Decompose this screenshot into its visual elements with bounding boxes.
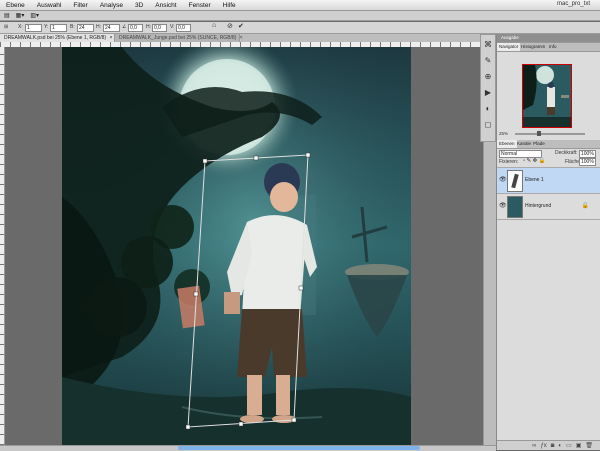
- new-layer-icon[interactable]: ▣: [576, 442, 582, 449]
- history-icon[interactable]: ⌘: [482, 39, 494, 51]
- layer-style-icon[interactable]: ƒx: [540, 443, 546, 449]
- layer-row-ebene-1[interactable]: 👁 Ebene 1: [497, 168, 600, 194]
- angle-field[interactable]: 0,0: [128, 24, 143, 32]
- skew-h-field[interactable]: 0,0: [152, 24, 167, 32]
- lock-label: Fixieren:: [499, 159, 519, 165]
- tab-paths[interactable]: Pfade: [531, 140, 547, 148]
- tab-dreamwalk-junge[interactable]: DREAMWALK_Junge.psd bei 25% (SUNCE, RGB/…: [115, 34, 243, 42]
- layer-row-hintergrund[interactable]: 👁 Hintergrund 🔒: [497, 194, 600, 220]
- tab-label: DREAMWALK_Junge.psd bei 25% (SUNCE, RGB/…: [119, 35, 237, 41]
- layers-panel: Ebenen Kanäle Pfade Normal Deckkraft: 10…: [496, 140, 600, 450]
- layer-name[interactable]: Hintergrund: [525, 203, 551, 209]
- zoom-value[interactable]: 25%: [499, 131, 508, 136]
- lock-icon: 🔒: [581, 203, 589, 209]
- application-bar: ▤ ▦▾ ▥▾: [0, 11, 600, 21]
- navigator-header: Ausgabe: [497, 34, 600, 43]
- menu-filter[interactable]: Filter: [67, 2, 93, 9]
- check-icon[interactable]: ✔: [238, 22, 244, 30]
- menu-ebene[interactable]: Ebene: [0, 2, 31, 9]
- layer-name[interactable]: Ebene 1: [525, 177, 544, 183]
- tab-dreamwalk[interactable]: DREAMWALK.psd bei 25% (Ebene 1, RGB/8) ×: [0, 34, 115, 42]
- arrange-docs-icon[interactable]: ▥▾: [30, 12, 39, 19]
- cancel-icon[interactable]: ⊘: [227, 22, 233, 30]
- workspace-label[interactable]: mac_pro_txt: [557, 1, 590, 7]
- new-group-icon[interactable]: ▭: [566, 442, 572, 449]
- eye-icon[interactable]: 👁: [499, 176, 507, 183]
- blend-mode-select[interactable]: Normal: [499, 150, 542, 158]
- actions-icon[interactable]: ▶: [482, 87, 494, 99]
- layers-footer: ∞ ƒx ◙ ◐ ▭ ▣ 🗑: [497, 440, 600, 450]
- zoom-slider-handle[interactable]: [537, 131, 541, 136]
- trash-icon[interactable]: 🗑: [585, 442, 593, 449]
- panel-header-label[interactable]: Ausgabe: [499, 34, 521, 42]
- menu-analyse[interactable]: Analyse: [94, 2, 129, 9]
- zoom-slider-track[interactable]: [515, 133, 585, 135]
- tab-histogram[interactable]: Histogramm: [519, 43, 547, 51]
- horizontal-scroll-thumb[interactable]: [178, 446, 420, 450]
- link-layers-icon[interactable]: ∞: [532, 443, 536, 449]
- tab-label: DREAMWALK.psd bei 25% (Ebene 1, RGB/8): [4, 35, 107, 41]
- height-field[interactable]: 24: [103, 24, 120, 32]
- adjustment-layer-icon[interactable]: ◐: [558, 443, 562, 449]
- tab-layers[interactable]: Ebenen: [497, 140, 517, 148]
- navigator-panel: Ausgabe Navigator Histogramm Info 25%: [496, 34, 600, 142]
- layers-options: Normal Deckkraft: 100% Fixieren: ▫ ✎ ✥ 🔒…: [497, 149, 600, 168]
- launch-bridge-icon[interactable]: ▤: [4, 12, 10, 19]
- opacity-label: Deckkraft:: [555, 150, 578, 156]
- navigator-preview-area: 25%: [497, 52, 600, 142]
- artwork-image: [62, 47, 411, 445]
- close-icon[interactable]: ×: [109, 35, 112, 41]
- fill-field[interactable]: 100%: [579, 158, 596, 166]
- menu-3d[interactable]: 3D: [129, 2, 149, 9]
- horizontal-scrollbar[interactable]: [0, 445, 496, 451]
- eye-icon[interactable]: 👁: [499, 202, 507, 209]
- x-field[interactable]: 1: [25, 24, 42, 32]
- reference-point-icon[interactable]: ⊞: [4, 24, 8, 30]
- tab-info[interactable]: Info: [547, 43, 559, 51]
- opacity-field[interactable]: 100%: [579, 150, 596, 158]
- view-extras-icon[interactable]: ▦▾: [16, 12, 25, 19]
- masks-icon[interactable]: ◻: [482, 119, 494, 131]
- options-bar: ⊞ X: 1 Y: 1 B: 24 H: 24 ∠ 0,0 H: 0,0 V: …: [0, 22, 600, 34]
- skew-v-field[interactable]: 0,0: [176, 24, 191, 32]
- menu-ansicht[interactable]: Ansicht: [149, 2, 182, 9]
- menu-fenster[interactable]: Fenster: [183, 2, 217, 9]
- menu-hilfe[interactable]: Hilfe: [217, 2, 242, 9]
- layer-thumbnail: [507, 196, 523, 218]
- clone-source-icon[interactable]: ⊕: [482, 71, 494, 83]
- warp-icon[interactable]: ⌂: [212, 22, 216, 29]
- add-mask-icon[interactable]: ◙: [551, 443, 555, 449]
- panel-icon-strip: ⌘ ✎ ⊕ ▶ ◐ ◻: [480, 34, 496, 142]
- adjustments-icon[interactable]: ◐: [482, 103, 494, 115]
- width-field[interactable]: 24: [77, 24, 94, 32]
- menu-auswahl[interactable]: Auswahl: [31, 2, 68, 9]
- navigator-tabs: Navigator Histogramm Info: [497, 43, 600, 52]
- y-field[interactable]: 1: [50, 24, 67, 32]
- document-canvas[interactable]: [62, 47, 411, 445]
- tab-navigator[interactable]: Navigator: [497, 43, 521, 51]
- lock-options-icon[interactable]: ▫ ✎ ✥ 🔒: [523, 158, 546, 164]
- navigator-thumbnail[interactable]: [522, 64, 572, 128]
- brush-presets-icon[interactable]: ✎: [482, 55, 494, 67]
- layer-thumbnail: [507, 170, 523, 192]
- close-icon[interactable]: ×: [240, 35, 243, 41]
- menu-bar: Ebene Auswahl Filter Analyse 3D Ansicht …: [0, 0, 600, 11]
- layers-tabs: Ebenen Kanäle Pfade: [497, 140, 600, 149]
